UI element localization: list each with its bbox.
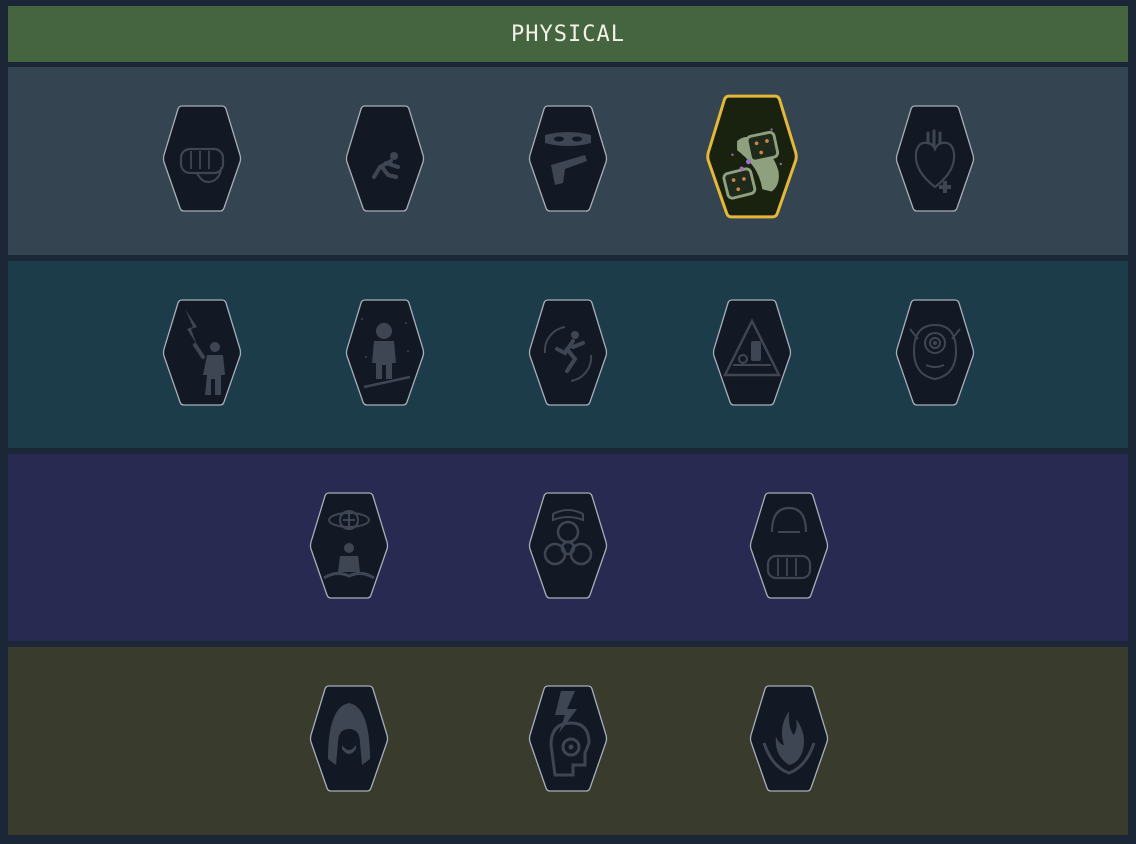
skill-badge-fist[interactable] <box>162 105 242 212</box>
badge-frame <box>309 685 389 792</box>
skill-badge-focus-head[interactable] <box>895 299 975 406</box>
skill-badge-flying-kick[interactable] <box>528 299 608 406</box>
skill-badge-flame-hands[interactable] <box>749 685 829 792</box>
skill-category-title: PHYSICAL <box>511 21 625 47</box>
skill-badge-masked-gunman[interactable] <box>528 105 608 212</box>
hooded-figure-icon <box>309 685 389 792</box>
cobra-fist-icon <box>749 492 829 599</box>
hazard-triangle-icon <box>712 299 792 406</box>
electric-mind-icon <box>528 685 608 792</box>
skill-badge-crouching-runner[interactable] <box>345 105 425 212</box>
badge-frame <box>528 492 608 599</box>
meditation-icon <box>309 492 389 599</box>
flame-hands-icon <box>749 685 829 792</box>
badge-frame <box>895 105 975 212</box>
skill-badge-astronaut[interactable] <box>345 299 425 406</box>
heart-plus-icon <box>895 105 975 212</box>
badge-frame <box>345 105 425 212</box>
fist-icon <box>162 105 242 212</box>
skill-tree-header: PHYSICAL <box>8 6 1128 62</box>
skill-badge-cobra-fist[interactable] <box>749 492 829 599</box>
skill-badge-dice-hand[interactable] <box>706 94 798 219</box>
skill-badge-hazard-triangle[interactable] <box>712 299 792 406</box>
astronaut-icon <box>345 299 425 406</box>
masked-gunman-icon <box>528 105 608 212</box>
skill-badge-electric-mind[interactable] <box>528 685 608 792</box>
badge-frame <box>528 105 608 212</box>
skill-badge-heart-plus[interactable] <box>895 105 975 212</box>
lightning-strike-icon <box>162 299 242 406</box>
dice-hand-icon <box>706 94 798 219</box>
skill-badge-hooded-figure[interactable] <box>309 685 389 792</box>
skill-badge-lightning-strike[interactable] <box>162 299 242 406</box>
focus-head-icon <box>895 299 975 406</box>
biohazard-icon <box>528 492 608 599</box>
flying-kick-icon <box>528 299 608 406</box>
skill-badge-meditation[interactable] <box>309 492 389 599</box>
crouching-runner-icon <box>345 105 425 212</box>
skill-badge-biohazard[interactable] <box>528 492 608 599</box>
badge-frame <box>162 105 242 212</box>
